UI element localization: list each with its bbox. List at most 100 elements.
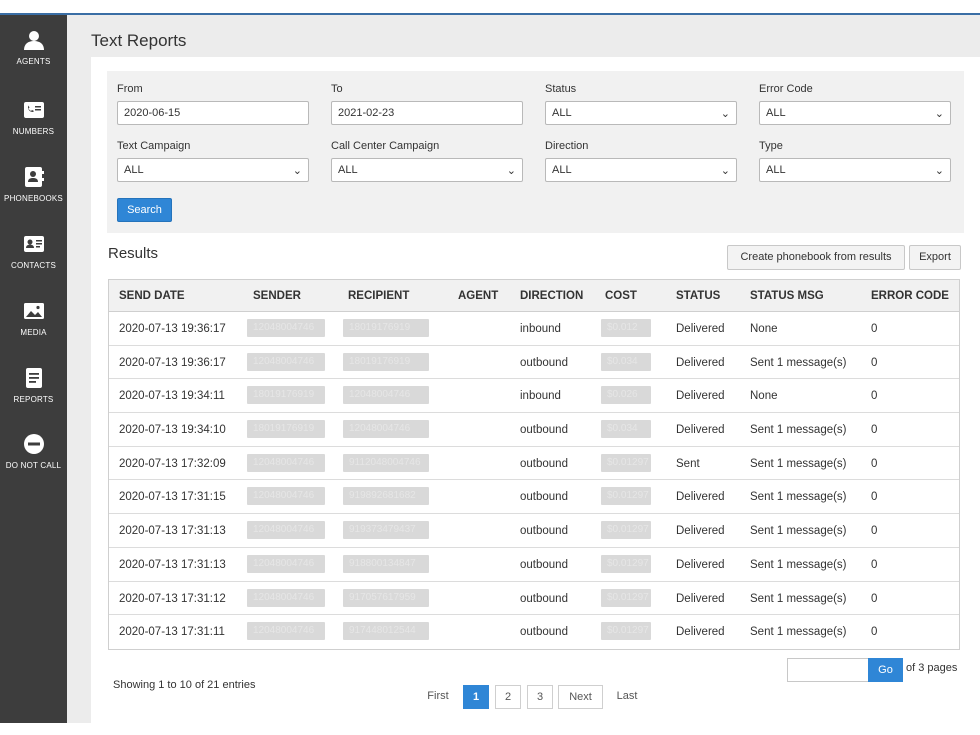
pagination-next[interactable]: Next [558, 685, 603, 709]
table-row[interactable]: 2020-07-13 17:31:15 12048004746 9198926816… [109, 480, 959, 515]
column-header[interactable]: RECIPIENT [348, 290, 409, 302]
column-header[interactable]: STATUS MSG [750, 290, 824, 302]
from-date-input[interactable]: 2020-06-15 [117, 101, 309, 125]
direction-select[interactable]: ALL ⌄ [545, 158, 737, 182]
cell-cost: $0.026 [601, 386, 651, 405]
cell-status-msg: Sent 1 message(s) [750, 457, 847, 470]
column-header[interactable]: STATUS [676, 290, 720, 302]
cell-status: Delivered [676, 424, 725, 437]
column-header[interactable]: DIRECTION [520, 290, 583, 302]
call-center-campaign-select[interactable]: ALL ⌄ [331, 158, 523, 182]
column-header[interactable]: SEND DATE [119, 290, 185, 302]
cell-sender: 12048004746 [247, 622, 325, 641]
create-phonebook-button[interactable]: Create phonebook from results [727, 245, 905, 270]
cell-send-date: 2020-07-13 19:34:10 [119, 424, 226, 437]
cell-status: Delivered [676, 323, 725, 335]
cell-error-code: 0 [871, 323, 878, 335]
cell-sender: 12048004746 [247, 352, 325, 371]
export-button[interactable]: Export [909, 245, 961, 270]
type-select[interactable]: ALL ⌄ [759, 158, 951, 182]
table-row[interactable]: 2020-07-13 19:34:11 18019176919 1204800474… [109, 379, 959, 414]
cell-direction: outbound [520, 356, 568, 369]
page-number-input[interactable] [787, 658, 869, 682]
cell-send-date: 2020-07-13 19:34:11 [119, 390, 225, 403]
table-row[interactable]: 2020-07-13 19:34:10 18019176919 1204800474… [109, 413, 959, 447]
column-header[interactable]: AGENT [458, 290, 498, 302]
sidebar-item-contacts[interactable]: CONTACTS [0, 233, 67, 270]
table-row[interactable]: 2020-07-13 17:31:13 12048004746 9193734794… [109, 514, 959, 548]
cell-error-code: 0 [871, 356, 878, 369]
sidebar-item-label: AGENTS [16, 57, 51, 66]
cell-recipient: 12048004746 [343, 420, 429, 439]
table-header: SEND DATE SENDER RECIPIENT AGENT DIRECTI… [109, 280, 959, 312]
cell-direction: outbound [520, 457, 568, 470]
sidebar-item-label: NUMBERS [12, 127, 55, 136]
cell-error-code: 0 [871, 457, 878, 470]
cell-direction: outbound [520, 626, 568, 639]
column-header[interactable]: SENDER [253, 290, 301, 302]
cell-status: Delivered [676, 356, 725, 369]
sidebar-item-agents[interactable]: AGENTS [0, 29, 67, 66]
column-header[interactable]: COST [605, 290, 637, 302]
status-label: Status [545, 83, 577, 95]
table-row[interactable]: 2020-07-13 17:32:09 12048004746 9112048004… [109, 446, 959, 481]
cell-recipient: 919373479437 [343, 521, 429, 540]
sidebar-item-do-not-call[interactable]: DO NOT CALL [0, 433, 67, 470]
status-select[interactable]: ALL ⌄ [545, 101, 737, 125]
type-label: Type [759, 140, 783, 152]
table-row[interactable]: 2020-07-13 17:31:12 12048004746 9170576179… [109, 581, 959, 616]
chevron-down-icon: ⌄ [292, 165, 302, 177]
pagination-page-3[interactable]: 3 [527, 685, 553, 709]
cell-direction: outbound [520, 592, 568, 605]
cell-direction: outbound [520, 491, 568, 504]
cell-sender: 12048004746 [247, 453, 325, 472]
table-row[interactable]: 2020-07-13 17:31:13 12048004746 9188001348… [109, 547, 959, 582]
pagination-page-2[interactable]: 2 [495, 685, 521, 709]
cell-error-code: 0 [871, 390, 878, 403]
go-button[interactable]: Go [868, 658, 903, 682]
type-select-value: ALL [766, 164, 786, 176]
table-row[interactable]: 2020-07-13 17:31:11 12048004746 9174480125… [109, 615, 959, 649]
to-label: To [331, 83, 343, 95]
cell-send-date: 2020-07-13 19:36:17 [119, 323, 226, 335]
call-center-campaign-select-value: ALL [338, 164, 358, 176]
cell-recipient: 9112048004746 [343, 453, 429, 472]
sidebar-item-label: REPORTS [13, 395, 54, 404]
column-header[interactable]: ERROR CODE [871, 290, 949, 302]
cell-error-code: 0 [871, 592, 878, 605]
cell-status-msg: Sent 1 message(s) [750, 592, 847, 605]
chevron-down-icon: ⌄ [934, 165, 944, 177]
cell-send-date: 2020-07-13 17:31:12 [119, 592, 226, 605]
cell-status-msg: Sent 1 message(s) [750, 356, 847, 369]
page-title: Text Reports [91, 31, 187, 50]
pagination-first[interactable]: First [423, 685, 453, 709]
cell-status: Delivered [676, 626, 725, 639]
sidebar-item-phonebooks[interactable]: PHONEBOOKS [0, 166, 67, 203]
pagination-last[interactable]: Last [612, 685, 642, 709]
cell-direction: outbound [520, 424, 568, 437]
cell-send-date: 2020-07-13 17:31:13 [119, 525, 226, 538]
direction-label: Direction [545, 140, 589, 152]
search-button[interactable]: Search [117, 198, 172, 222]
sidebar-item-numbers[interactable]: NUMBERS [0, 99, 67, 136]
phonebook-icon [24, 167, 44, 187]
text-campaign-select[interactable]: ALL ⌄ [117, 158, 309, 182]
error-code-select[interactable]: ALL ⌄ [759, 101, 951, 125]
pagination-page-1[interactable]: 1 [463, 685, 489, 709]
table-body: 2020-07-13 19:36:17 12048004746 1801917691… [109, 312, 959, 649]
to-date-input[interactable]: 2021-02-23 [331, 101, 523, 125]
cell-status: Delivered [676, 491, 725, 504]
sidebar-item-media[interactable]: MEDIA [0, 300, 67, 337]
no-entry-icon [23, 434, 44, 454]
table-row[interactable]: 2020-07-13 19:36:17 12048004746 1801917691… [109, 312, 959, 346]
cell-status: Delivered [676, 558, 725, 571]
cell-cost: $0.012 [601, 319, 651, 337]
table-row[interactable]: 2020-07-13 19:36:17 12048004746 1801917691… [109, 345, 959, 380]
chevron-down-icon: ⌄ [934, 108, 944, 120]
cell-error-code: 0 [871, 626, 878, 639]
cell-status-msg: Sent 1 message(s) [750, 491, 847, 504]
cell-direction: inbound [520, 390, 561, 403]
sidebar-item-reports[interactable]: REPORTS [0, 367, 67, 404]
sidebar-item-label: MEDIA [20, 328, 47, 337]
cell-sender: 12048004746 [247, 554, 325, 573]
